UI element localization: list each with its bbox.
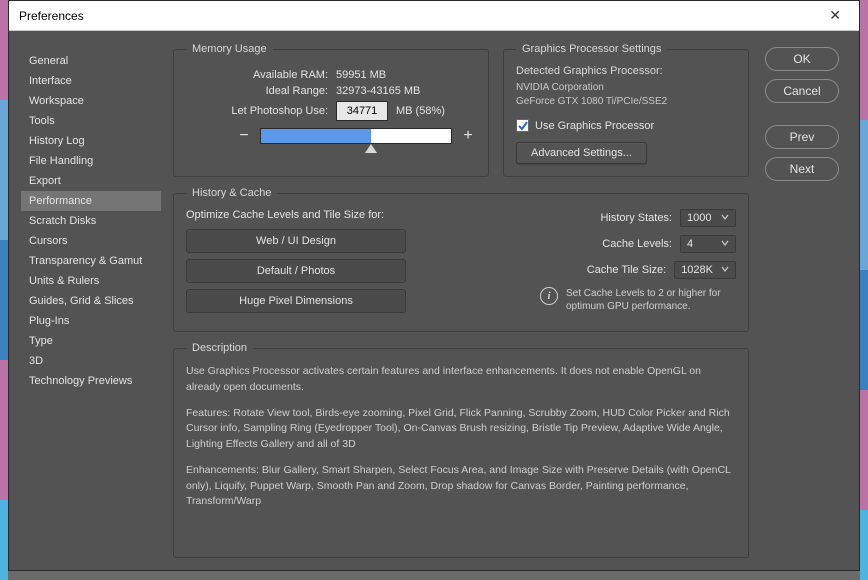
memory-increase-button[interactable]: + [460, 127, 476, 145]
category-sidebar: GeneralInterfaceWorkspaceToolsHistory Lo… [21, 43, 161, 558]
cache-levels-value: 4 [687, 238, 693, 250]
detected-gpu-label: Detected Graphics Processor: [516, 65, 736, 77]
cache-tile-select[interactable]: 1028K [674, 261, 736, 279]
cache-tile-value: 1028K [681, 264, 713, 276]
sidebar-item-units-rulers[interactable]: Units & Rulers [21, 271, 161, 291]
description-group: Description Use Graphics Processor activ… [173, 342, 749, 558]
chevron-down-icon [721, 212, 729, 224]
let-use-label: Let Photoshop Use: [186, 105, 336, 117]
memory-slider[interactable] [260, 128, 452, 144]
description-p3: Enhancements: Blur Gallery, Smart Sharpe… [186, 463, 736, 510]
description-p1: Use Graphics Processor activates certain… [186, 364, 736, 396]
ideal-range-label: Ideal Range: [186, 85, 336, 97]
sidebar-item-workspace[interactable]: Workspace [21, 91, 161, 111]
cache-levels-select[interactable]: 4 [680, 235, 736, 253]
advanced-settings-button[interactable]: Advanced Settings... [516, 142, 647, 164]
gpu-group: Graphics Processor Settings Detected Gra… [503, 43, 749, 177]
sidebar-item-plug-ins[interactable]: Plug-Ins [21, 311, 161, 331]
history-states-value: 1000 [687, 212, 711, 224]
sidebar-item-interface[interactable]: Interface [21, 71, 161, 91]
sidebar-item-type[interactable]: Type [21, 331, 161, 351]
memory-legend: Memory Usage [186, 43, 273, 55]
history-states-label: History States: [600, 212, 672, 224]
close-icon[interactable]: ✕ [821, 7, 849, 24]
sidebar-item-technology-previews[interactable]: Technology Previews [21, 371, 161, 391]
next-button[interactable]: Next [765, 157, 839, 181]
memory-decrease-button[interactable]: − [236, 127, 252, 145]
checkbox-icon [516, 119, 529, 132]
ok-button[interactable]: OK [765, 47, 839, 71]
memory-slider-fill [261, 129, 371, 143]
chevron-down-icon [721, 238, 729, 250]
sidebar-item-file-handling[interactable]: File Handling [21, 151, 161, 171]
preset-web-ui-button[interactable]: Web / UI Design [186, 229, 406, 253]
sidebar-item-history-log[interactable]: History Log [21, 131, 161, 151]
preset-huge-button[interactable]: Huge Pixel Dimensions [186, 289, 406, 313]
main-panel: Memory Usage Available RAM: 59951 MB Ide… [161, 43, 757, 558]
prev-button[interactable]: Prev [765, 125, 839, 149]
let-use-unit: MB (58%) [396, 105, 445, 117]
cache-levels-label: Cache Levels: [602, 238, 672, 250]
sidebar-item-transparency-gamut[interactable]: Transparency & Gamut [21, 251, 161, 271]
gpu-legend: Graphics Processor Settings [516, 43, 667, 55]
memory-usage-group: Memory Usage Available RAM: 59951 MB Ide… [173, 43, 489, 177]
history-cache-legend: History & Cache [186, 187, 277, 199]
available-ram-label: Available RAM: [186, 69, 336, 81]
dialog-buttons: OK Cancel Prev Next [757, 43, 847, 558]
description-legend: Description [186, 342, 253, 354]
sidebar-item-performance[interactable]: Performance [21, 191, 161, 211]
gpu-info: NVIDIA Corporation GeForce GTX 1080 Ti/P… [516, 81, 736, 109]
sidebar-item-guides-grid-slices[interactable]: Guides, Grid & Slices [21, 291, 161, 311]
titlebar: Preferences ✕ [9, 1, 859, 31]
use-gpu-label: Use Graphics Processor [535, 120, 654, 132]
cache-tile-label: Cache Tile Size: [587, 264, 666, 276]
sidebar-item-export[interactable]: Export [21, 171, 161, 191]
history-states-select[interactable]: 1000 [680, 209, 736, 227]
description-p2: Features: Rotate View tool, Birds-eye zo… [186, 406, 736, 453]
use-gpu-checkbox[interactable]: Use Graphics Processor [516, 119, 736, 132]
cancel-button[interactable]: Cancel [765, 79, 839, 103]
sidebar-item-scratch-disks[interactable]: Scratch Disks [21, 211, 161, 231]
preferences-dialog: Preferences ✕ GeneralInterfaceWorkspaceT… [8, 0, 860, 571]
sidebar-item-cursors[interactable]: Cursors [21, 231, 161, 251]
preset-default-button[interactable]: Default / Photos [186, 259, 406, 283]
gpu-vendor: NVIDIA Corporation [516, 81, 736, 95]
let-use-input[interactable] [336, 101, 388, 121]
gpu-model: GeForce GTX 1080 Ti/PCIe/SSE2 [516, 95, 736, 109]
window-title: Preferences [19, 9, 821, 23]
optimize-label: Optimize Cache Levels and Tile Size for: [186, 209, 416, 221]
available-ram-value: 59951 MB [336, 69, 386, 81]
ideal-range-value: 32973-43165 MB [336, 85, 420, 97]
info-icon: i [540, 287, 558, 305]
sidebar-item-tools[interactable]: Tools [21, 111, 161, 131]
sidebar-item-general[interactable]: General [21, 51, 161, 71]
memory-slider-thumb[interactable] [365, 144, 377, 153]
chevron-down-icon [721, 264, 729, 276]
history-cache-group: History & Cache Optimize Cache Levels an… [173, 187, 749, 332]
sidebar-item-3d[interactable]: 3D [21, 351, 161, 371]
cache-hint: Set Cache Levels to 2 or higher for opti… [566, 287, 736, 313]
